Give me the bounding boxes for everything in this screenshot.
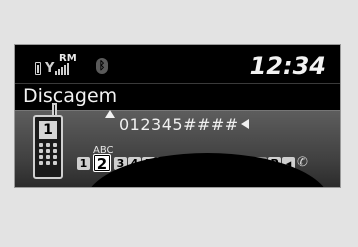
- phone-keys: [39, 143, 57, 165]
- divider: [15, 83, 340, 84]
- key-delete[interactable]: ◂: [282, 156, 295, 170]
- key-0[interactable]: 0: [212, 156, 225, 170]
- clock: 12:34: [249, 52, 326, 80]
- status-bar: Y RM ᛒ 12:34: [15, 45, 340, 83]
- key-plus[interactable]: +: [254, 156, 267, 170]
- key-hash[interactable]: #: [240, 156, 253, 170]
- dialed-number-text: 012345####: [119, 115, 239, 134]
- key-6[interactable]: 6: [156, 156, 169, 170]
- key-star[interactable]: ✱: [226, 156, 239, 170]
- key-pause[interactable]: P: [268, 156, 281, 170]
- battery-icon: [35, 62, 41, 75]
- key-selection-cursor: [105, 110, 115, 118]
- key-5[interactable]: 5: [142, 156, 155, 170]
- dialed-number: 012345####: [119, 115, 249, 135]
- keypad: 1 2 3 4 5 6 7 8 9 0 ✱ # + P ◂ ✆: [77, 154, 309, 173]
- bluetooth-icon: ᛒ: [96, 58, 108, 74]
- key-8[interactable]: 8: [184, 156, 197, 170]
- display-screen: Y RM ᛒ 12:34 Discagem 012345#### 1 ABC 1…: [14, 44, 341, 188]
- phone-screen-digit: 1: [39, 121, 57, 139]
- key-9[interactable]: 9: [198, 156, 211, 170]
- key-2[interactable]: 2: [93, 154, 111, 173]
- backspace-icon[interactable]: [240, 119, 249, 129]
- key-4[interactable]: 4: [128, 156, 141, 170]
- dial-panel: 012345#### 1 ABC 1 2 3 4 5 6 7 8 9 0 ✱ #…: [15, 103, 340, 187]
- mobile-phone-icon: 1: [33, 103, 63, 179]
- roaming-indicator: RM: [59, 53, 77, 64]
- antenna-icon: Y: [45, 61, 55, 76]
- key-3[interactable]: 3: [114, 156, 127, 170]
- phone-body: 1: [33, 115, 63, 179]
- key-7[interactable]: 7: [170, 156, 183, 170]
- key-1[interactable]: 1: [77, 156, 90, 170]
- phone-call-icon[interactable]: ✆: [297, 156, 309, 170]
